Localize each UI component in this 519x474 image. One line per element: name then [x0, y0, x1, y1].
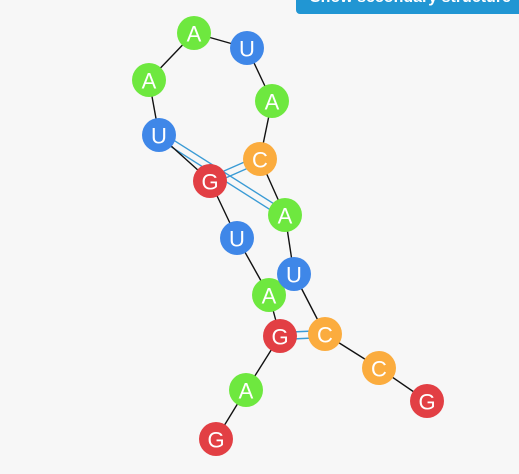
- nucleotide-c[interactable]: C: [308, 317, 342, 351]
- nucleotide-label: A: [142, 69, 157, 94]
- nucleotide-g[interactable]: G: [410, 384, 444, 418]
- nucleotide-a[interactable]: A: [132, 63, 166, 97]
- nucleotide-label: A: [187, 22, 202, 47]
- nucleotide-label: A: [262, 284, 277, 309]
- nucleotide-label: C: [317, 323, 333, 348]
- nucleotide-label: G: [418, 390, 435, 415]
- nucleotide-label: A: [278, 204, 293, 229]
- nucleotide-label: U: [286, 263, 302, 288]
- nucleotide-u[interactable]: U: [142, 118, 176, 152]
- rna-diagram: GAGAUGUAAUACAUCCG: [132, 16, 444, 456]
- nucleotide-label: U: [229, 227, 245, 252]
- nucleotide-a[interactable]: A: [255, 84, 289, 118]
- nucleotide-g[interactable]: G: [199, 422, 233, 456]
- nucleotide-label: A: [239, 379, 254, 404]
- nucleotide-u[interactable]: U: [277, 257, 311, 291]
- nucleotide-g[interactable]: G: [193, 164, 227, 198]
- nucleotide-u[interactable]: U: [220, 221, 254, 255]
- nucleotide-u[interactable]: U: [230, 31, 264, 65]
- nucleotide-label: G: [207, 428, 224, 453]
- nucleotide-g[interactable]: G: [263, 319, 297, 353]
- nucleotide-label: C: [371, 357, 387, 382]
- nucleotide-c[interactable]: C: [243, 142, 277, 176]
- nucleotide-label: G: [201, 170, 218, 195]
- rna-structure-view: Show secondary structure GAGAUGUAAUACAUC…: [0, 0, 519, 474]
- nucleotide-a[interactable]: A: [229, 373, 263, 407]
- nucleotide-a[interactable]: A: [177, 16, 211, 50]
- nucleotide-label: U: [151, 124, 167, 149]
- nucleotide-a[interactable]: A: [268, 198, 302, 232]
- nucleotide-label: U: [239, 37, 255, 62]
- nucleotide-label: C: [252, 148, 268, 173]
- nucleotide-c[interactable]: C: [362, 351, 396, 385]
- nucleotide-label: A: [265, 90, 280, 115]
- nucleotide-label: G: [271, 325, 288, 350]
